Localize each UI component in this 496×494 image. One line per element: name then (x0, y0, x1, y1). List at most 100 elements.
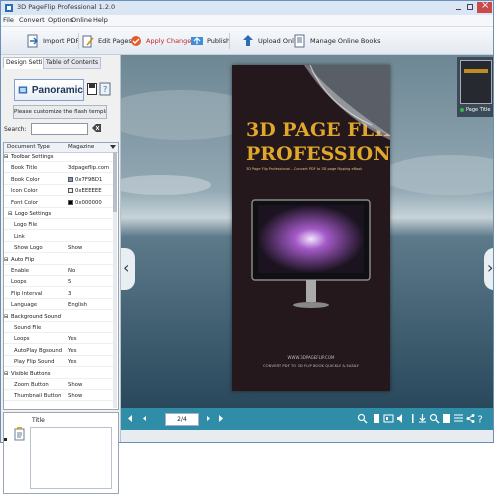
collapse-icon[interactable]: ⊟ (4, 370, 8, 378)
page-thumbnail[interactable] (460, 60, 492, 104)
previous-page-arrow[interactable]: ‹ (121, 248, 135, 290)
thumbnails-icon[interactable] (383, 413, 394, 424)
search-clear-icon[interactable] (90, 123, 102, 133)
property-row[interactable]: Sound File (4, 324, 114, 333)
property-key: Loops (14, 336, 30, 343)
settings-property-grid[interactable]: Document Type Magazine ⊟ Toolbar Settings… (3, 142, 119, 410)
customize-template-button[interactable]: Please customize the flash template here (13, 105, 107, 119)
maximize-button[interactable] (465, 2, 476, 13)
property-value[interactable]: 0x000000 (75, 199, 102, 207)
template-selector[interactable]: Panoramic (14, 79, 84, 101)
manage-online-books-button[interactable]: Manage Online Books (293, 32, 380, 49)
menu-options[interactable]: Options (48, 16, 73, 24)
property-value[interactable]: Yes (68, 347, 77, 355)
property-value[interactable]: 0xEEEEEE (75, 187, 102, 195)
save-icon[interactable] (87, 83, 97, 95)
property-row[interactable]: AutoPlay Bgsound Yes (4, 347, 114, 356)
last-page-icon[interactable] (215, 413, 226, 424)
bookmark-icon[interactable] (371, 413, 382, 424)
edit-pages-icon (82, 35, 94, 47)
import-pdf-button[interactable]: Import PDF ▾ (26, 32, 86, 49)
first-page-icon[interactable] (125, 413, 136, 424)
next-page-arrow[interactable]: › (484, 248, 493, 290)
property-row[interactable]: Loops Yes (4, 335, 114, 345)
property-row[interactable]: Icon Color 0xEEEEEE (4, 187, 114, 197)
color-swatch[interactable] (68, 188, 73, 194)
collapse-icon[interactable]: ⊟ (4, 153, 8, 161)
app-logo-icon (5, 4, 13, 12)
property-section-row[interactable]: ⊟ Logo Settings (4, 210, 114, 219)
collapse-icon[interactable]: ⊟ (4, 256, 8, 264)
property-row[interactable]: Flip Interval 3 (4, 290, 114, 299)
property-row[interactable]: Thumbnail Button Show (4, 392, 114, 402)
page-number-input[interactable]: 2/4 (165, 413, 199, 426)
chevron-down-icon[interactable] (110, 144, 116, 150)
property-row[interactable]: Language English (4, 301, 114, 311)
apply-change-button[interactable]: Apply Change (129, 32, 191, 49)
scrollbar-thumb[interactable] (113, 152, 117, 212)
menu-help[interactable]: Help (93, 16, 108, 24)
property-section-row[interactable]: ⊟ Toolbar Settings (4, 153, 114, 162)
document-type-value[interactable]: Magazine (68, 144, 94, 150)
property-value[interactable]: 3dpageflip.com (68, 164, 109, 172)
property-key: Book Title (11, 165, 38, 172)
property-value[interactable]: Show (68, 381, 82, 389)
property-row[interactable]: Link (4, 233, 114, 242)
property-row[interactable]: Zoom Button Show (4, 381, 114, 390)
property-row[interactable]: Font Color 0x000000 (4, 199, 114, 208)
collapse-icon[interactable]: ⊟ (4, 313, 8, 321)
property-row[interactable]: Logo File (4, 221, 114, 231)
close-button[interactable] (477, 0, 492, 13)
zoom-icon[interactable] (357, 413, 368, 424)
menu-online[interactable]: Online (71, 16, 92, 24)
search-icon[interactable] (429, 413, 440, 424)
grid-view-icon[interactable] (453, 413, 464, 424)
help-book-icon[interactable]: ? (99, 82, 111, 96)
color-swatch[interactable] (68, 176, 73, 182)
property-row[interactable]: Book Title 3dpageflip.com (4, 164, 114, 174)
page-curl[interactable] (232, 65, 390, 185)
property-row[interactable]: Show Logo Show (4, 244, 114, 254)
apply-change-icon (131, 35, 141, 46)
description-text-area[interactable] (30, 427, 112, 489)
tab-table-of-contents[interactable]: Table of Contents (43, 57, 102, 69)
sound-icon[interactable] (395, 413, 406, 424)
property-row[interactable]: Enable No (4, 267, 114, 276)
property-grid-scrollbar[interactable] (113, 152, 117, 408)
property-value[interactable]: 5 (68, 278, 71, 286)
property-section-row[interactable]: ⊟ Visible Buttons (4, 370, 114, 379)
search-input[interactable] (31, 123, 88, 135)
property-value[interactable]: Show (68, 392, 82, 400)
thumbnail-strip[interactable]: Page Title (457, 57, 493, 117)
property-section-row[interactable]: ⊟ Background Sound (4, 313, 114, 322)
property-value[interactable]: Show (68, 244, 82, 252)
minimize-button[interactable] (453, 2, 464, 13)
edit-pages-button[interactable]: Edit Pages (81, 32, 132, 49)
property-key: Icon Color (11, 188, 38, 195)
property-section-row[interactable]: ⊟ Auto Flip (4, 256, 114, 265)
help-icon[interactable]: ? (475, 413, 486, 425)
property-key: Auto Flip (11, 256, 35, 263)
table-of-contents-icon[interactable] (441, 413, 452, 424)
main-toolbar: Import PDF ▾ Edit Pages Apply Change Pub… (1, 27, 493, 55)
toolbar-divider (229, 33, 230, 49)
menu-file[interactable]: File (3, 16, 14, 24)
color-swatch[interactable] (68, 199, 73, 205)
previous-page-icon[interactable] (139, 413, 150, 424)
property-value[interactable]: 3 (68, 290, 71, 298)
publish-button[interactable]: Publish (190, 32, 230, 49)
next-page-icon[interactable] (203, 413, 214, 424)
property-value[interactable]: English (68, 301, 87, 309)
property-row[interactable]: Loops 5 (4, 278, 114, 288)
menu-convert[interactable]: Convert (19, 16, 45, 24)
collapse-icon[interactable]: ⊟ (8, 210, 12, 218)
publish-icon (191, 36, 203, 45)
property-row[interactable]: Play Flip Sound Yes (4, 358, 114, 368)
property-value[interactable]: Yes (68, 335, 77, 343)
property-row[interactable]: Book Color 0x7F9BD1 (4, 176, 114, 185)
property-value[interactable]: No (68, 267, 75, 275)
property-value[interactable]: 0x7F9BD1 (75, 176, 102, 184)
download-icon[interactable] (417, 413, 428, 424)
flipbook-page[interactable]: 3D PAGE FLIP OF PROFESSIONAL 3D Page Fli… (232, 65, 390, 391)
property-value[interactable]: Yes (68, 358, 77, 366)
